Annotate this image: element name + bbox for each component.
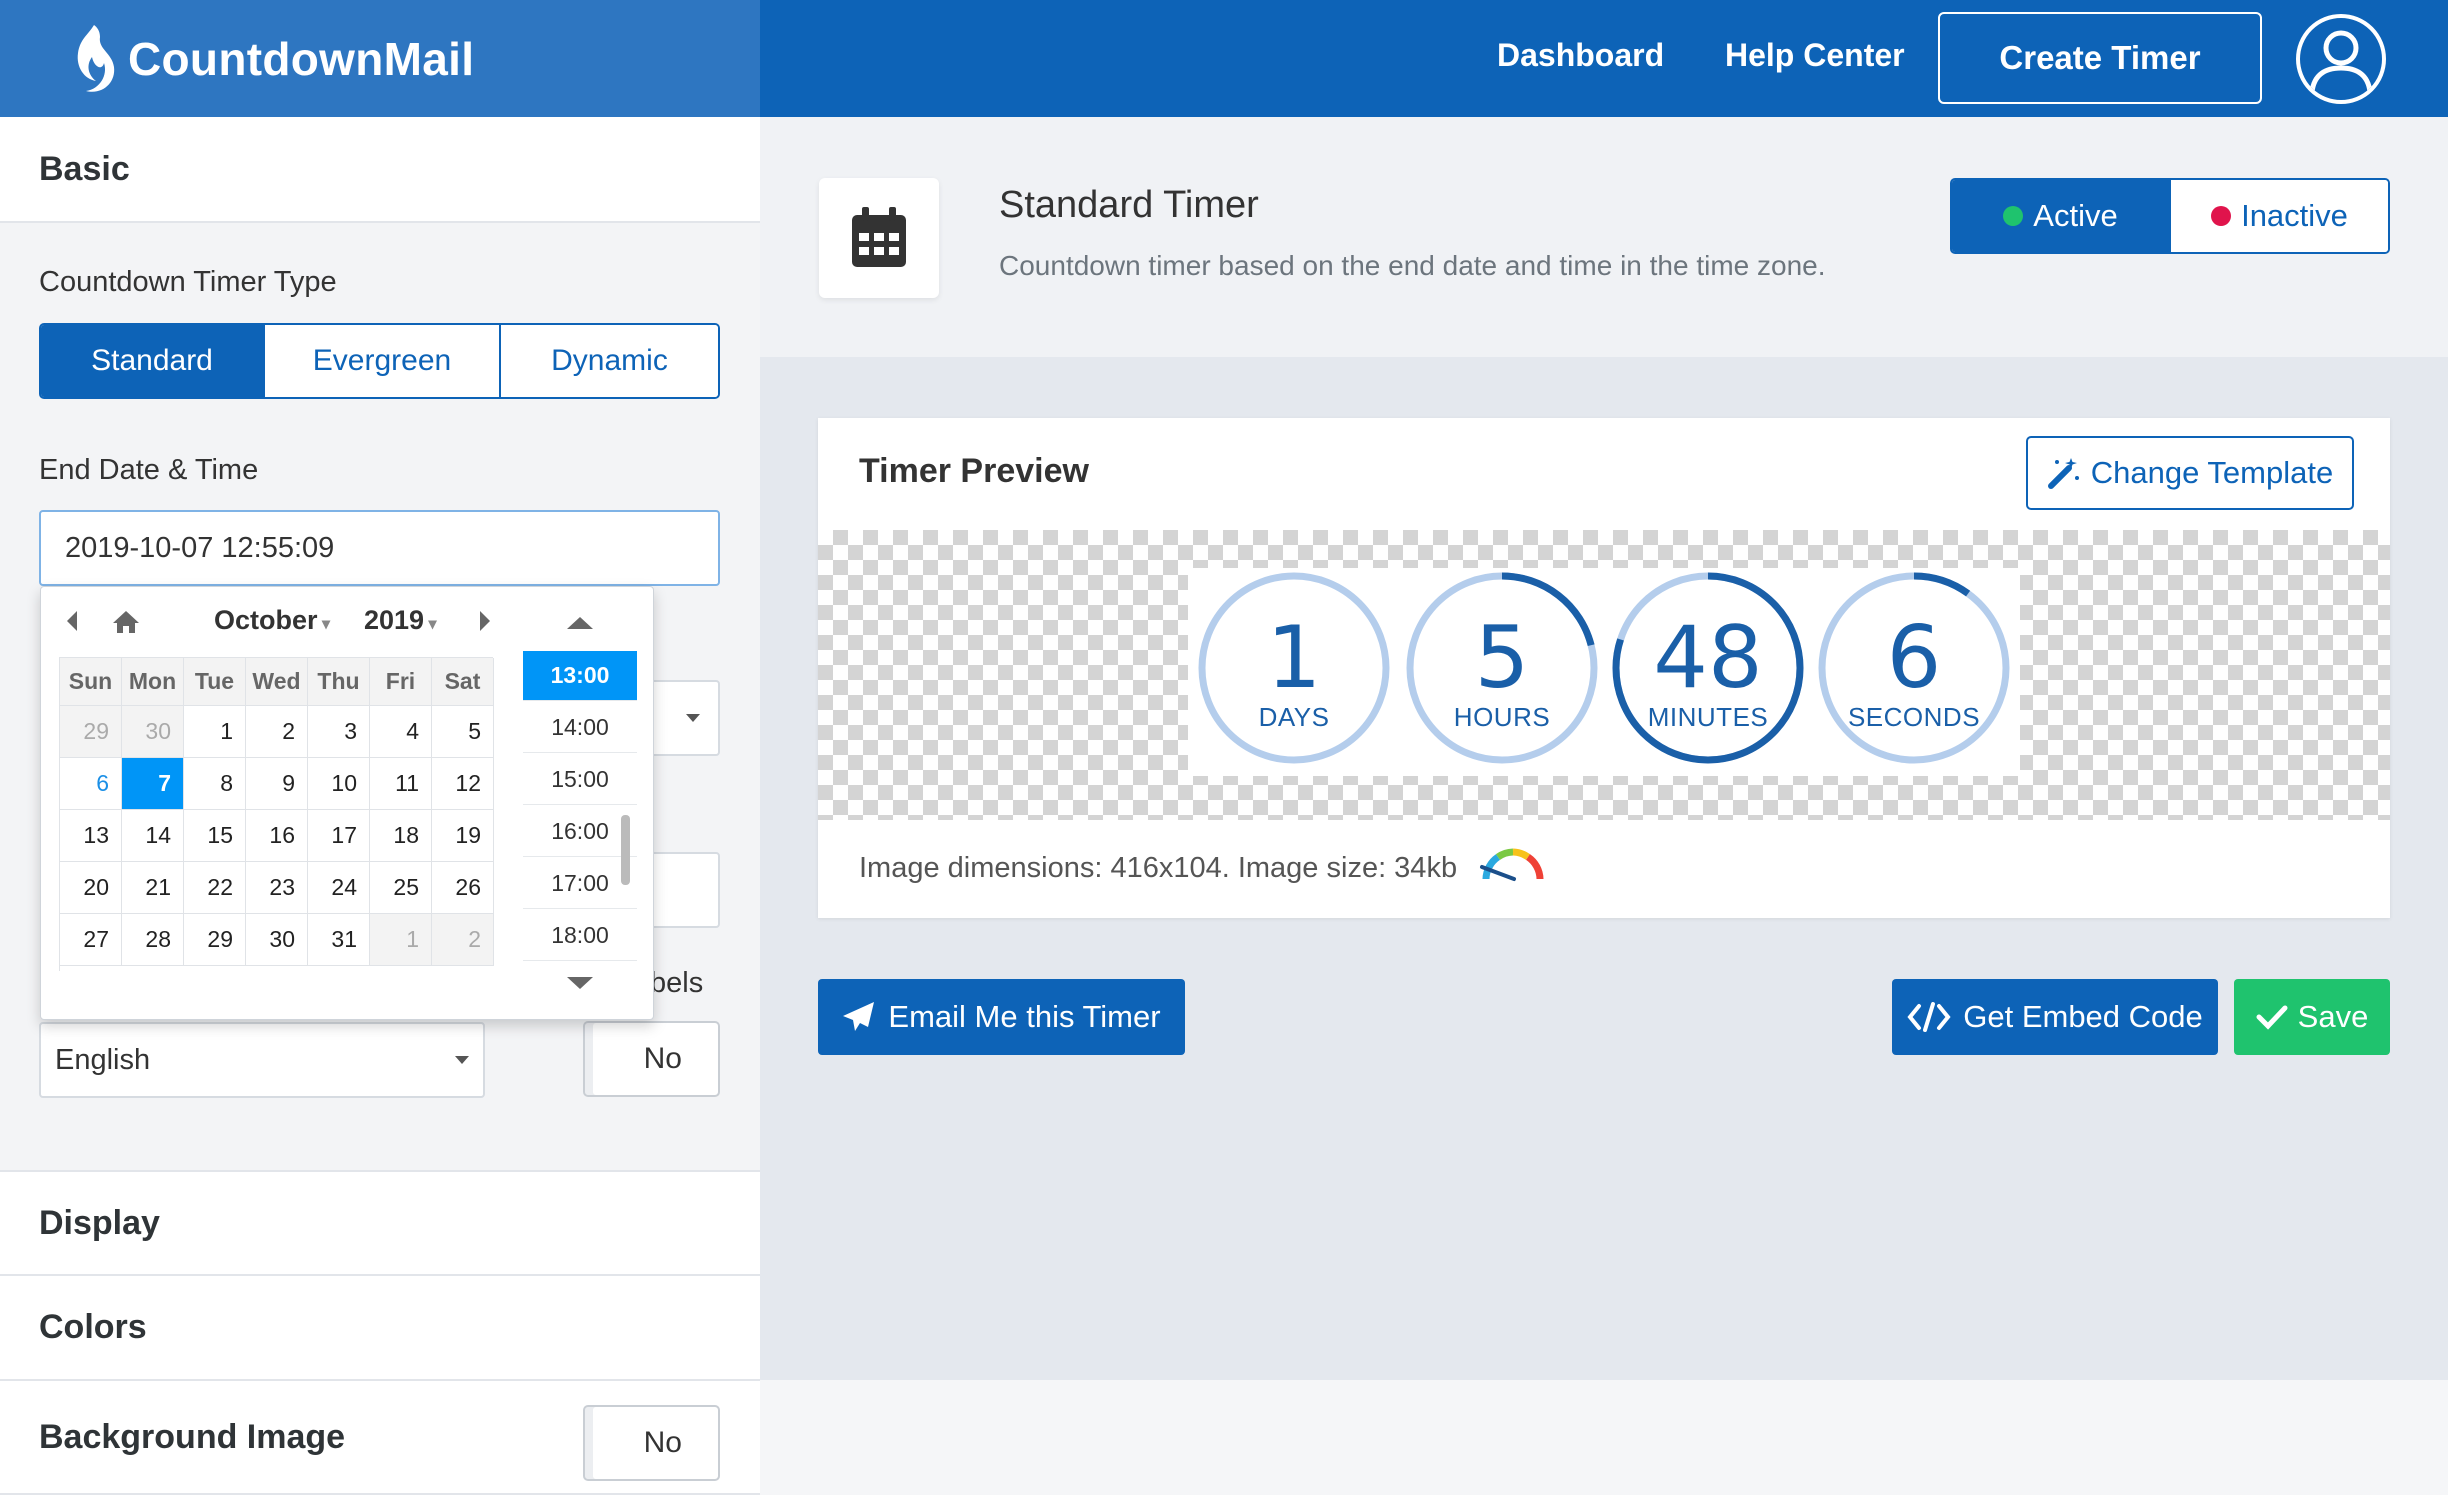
timer-days-value: 1 [1266, 608, 1322, 708]
chevron-down-icon [455, 1056, 469, 1064]
time-option[interactable]: 16:00 [523, 807, 637, 857]
change-template-label: Change Template [2090, 455, 2334, 490]
brand[interactable]: CountdownMail [0, 0, 760, 117]
type-dynamic-button[interactable]: Dynamic [501, 325, 718, 397]
time-option[interactable]: 14:00 [523, 703, 637, 753]
get-embed-code-button[interactable]: Get Embed Code [1892, 979, 2218, 1055]
timer-preview-title: Timer Preview [859, 452, 1089, 490]
time-option[interactable]: 13:00 [523, 651, 637, 701]
type-standard-button[interactable]: Standard [41, 325, 265, 397]
labels-label: bels [650, 967, 704, 999]
footer-area [760, 1380, 2448, 1495]
labels-toggle[interactable]: No [583, 1021, 720, 1097]
month-label: October [214, 605, 318, 635]
calendar-icon [852, 207, 906, 267]
timer-type-label: Countdown Timer Type [39, 266, 337, 298]
status-inactive-button[interactable]: Inactive [2171, 180, 2388, 252]
time-option[interactable]: 17:00 [523, 859, 637, 909]
status-inactive-label: Inactive [2241, 198, 2348, 233]
speed-gauge-icon [1480, 848, 1544, 881]
page-description: Countdown timer based on the end date an… [999, 250, 1826, 281]
change-template-button[interactable]: Change Template [2026, 436, 2354, 510]
type-evergreen-button[interactable]: Evergreen [265, 325, 501, 397]
section-display[interactable]: Display [0, 1170, 760, 1276]
page-title: Standard Timer [999, 184, 1259, 226]
timer-minutes-label: MINUTES [1647, 702, 1769, 732]
email-timer-label: Email Me this Timer [888, 999, 1161, 1034]
time-scroll-up-icon[interactable] [565, 615, 595, 631]
flame-logo-icon [77, 24, 115, 92]
status-active-label: Active [2033, 198, 2118, 233]
timer-hours-label: HOURS [1453, 702, 1551, 732]
nav-help-center[interactable]: Help Center [1725, 37, 1905, 74]
save-label: Save [2297, 999, 2369, 1034]
time-scroll-down-icon[interactable] [565, 975, 595, 991]
section-colors[interactable]: Colors [0, 1276, 760, 1381]
check-icon [2256, 1005, 2288, 1030]
end-date-input[interactable]: 2019-10-07 12:55:09 [39, 510, 720, 586]
year-label: 2019 [364, 605, 425, 635]
chevron-down-icon [686, 714, 700, 722]
prev-month-icon[interactable] [65, 609, 79, 633]
user-icon [2309, 30, 2373, 93]
magic-wand-icon [2047, 458, 2079, 489]
paper-plane-icon [843, 1002, 875, 1031]
email-timer-button[interactable]: Email Me this Timer [818, 979, 1185, 1055]
status-toggle: Active Inactive [1950, 178, 2390, 254]
timer-days-label: DAYS [1258, 702, 1330, 732]
month-selector[interactable]: October ▾ [214, 605, 330, 636]
save-button[interactable]: Save [2234, 979, 2390, 1055]
background-image-toggle[interactable]: No [583, 1405, 720, 1481]
language-value: English [55, 1043, 151, 1076]
time-option[interactable]: 15:00 [523, 755, 637, 805]
section-basic[interactable]: Basic [0, 117, 760, 223]
image-info: Image dimensions: 416x104. Image size: 3… [859, 852, 1458, 884]
language-select[interactable]: English [39, 1022, 485, 1098]
inactive-dot-icon [2211, 206, 2232, 226]
timer-seconds-value: 6 [1886, 608, 1942, 708]
time-option[interactable]: 18:00 [523, 911, 637, 961]
create-timer-button[interactable]: Create Timer [1938, 12, 2262, 104]
avatar[interactable] [2296, 14, 2386, 104]
timer-seconds-label: SECONDS [1847, 702, 1981, 732]
active-dot-icon [2003, 206, 2024, 226]
brand-name: CountdownMail [128, 32, 475, 85]
timer-type-selector: Standard Evergreen Dynamic [39, 323, 720, 399]
timer-image: 1 DAYS 5 HOURS 48 MINUTES 6 SECONDS [1188, 568, 2020, 776]
time-scrollbar[interactable] [621, 815, 630, 885]
code-icon [1907, 1002, 1951, 1032]
next-month-icon[interactable] [478, 609, 492, 633]
year-selector[interactable]: 2019 ▾ [364, 605, 437, 636]
timer-minutes-value: 48 [1653, 608, 1763, 708]
timer-type-tile [819, 178, 939, 298]
end-date-label: End Date & Time [39, 454, 259, 486]
nav-dashboard[interactable]: Dashboard [1497, 37, 1664, 74]
timer-hours-value: 5 [1474, 608, 1530, 708]
get-embed-code-label: Get Embed Code [1963, 999, 2203, 1034]
time-list: 13:00 14:00 15:00 16:00 17:00 18:00 [41, 651, 655, 961]
status-active-button[interactable]: Active [1952, 180, 2171, 252]
home-icon[interactable] [111, 609, 141, 635]
datetime-picker: October ▾ 2019 ▾ Sun Mon Tue Wed Thu Fri Sat 29… [40, 586, 654, 1020]
